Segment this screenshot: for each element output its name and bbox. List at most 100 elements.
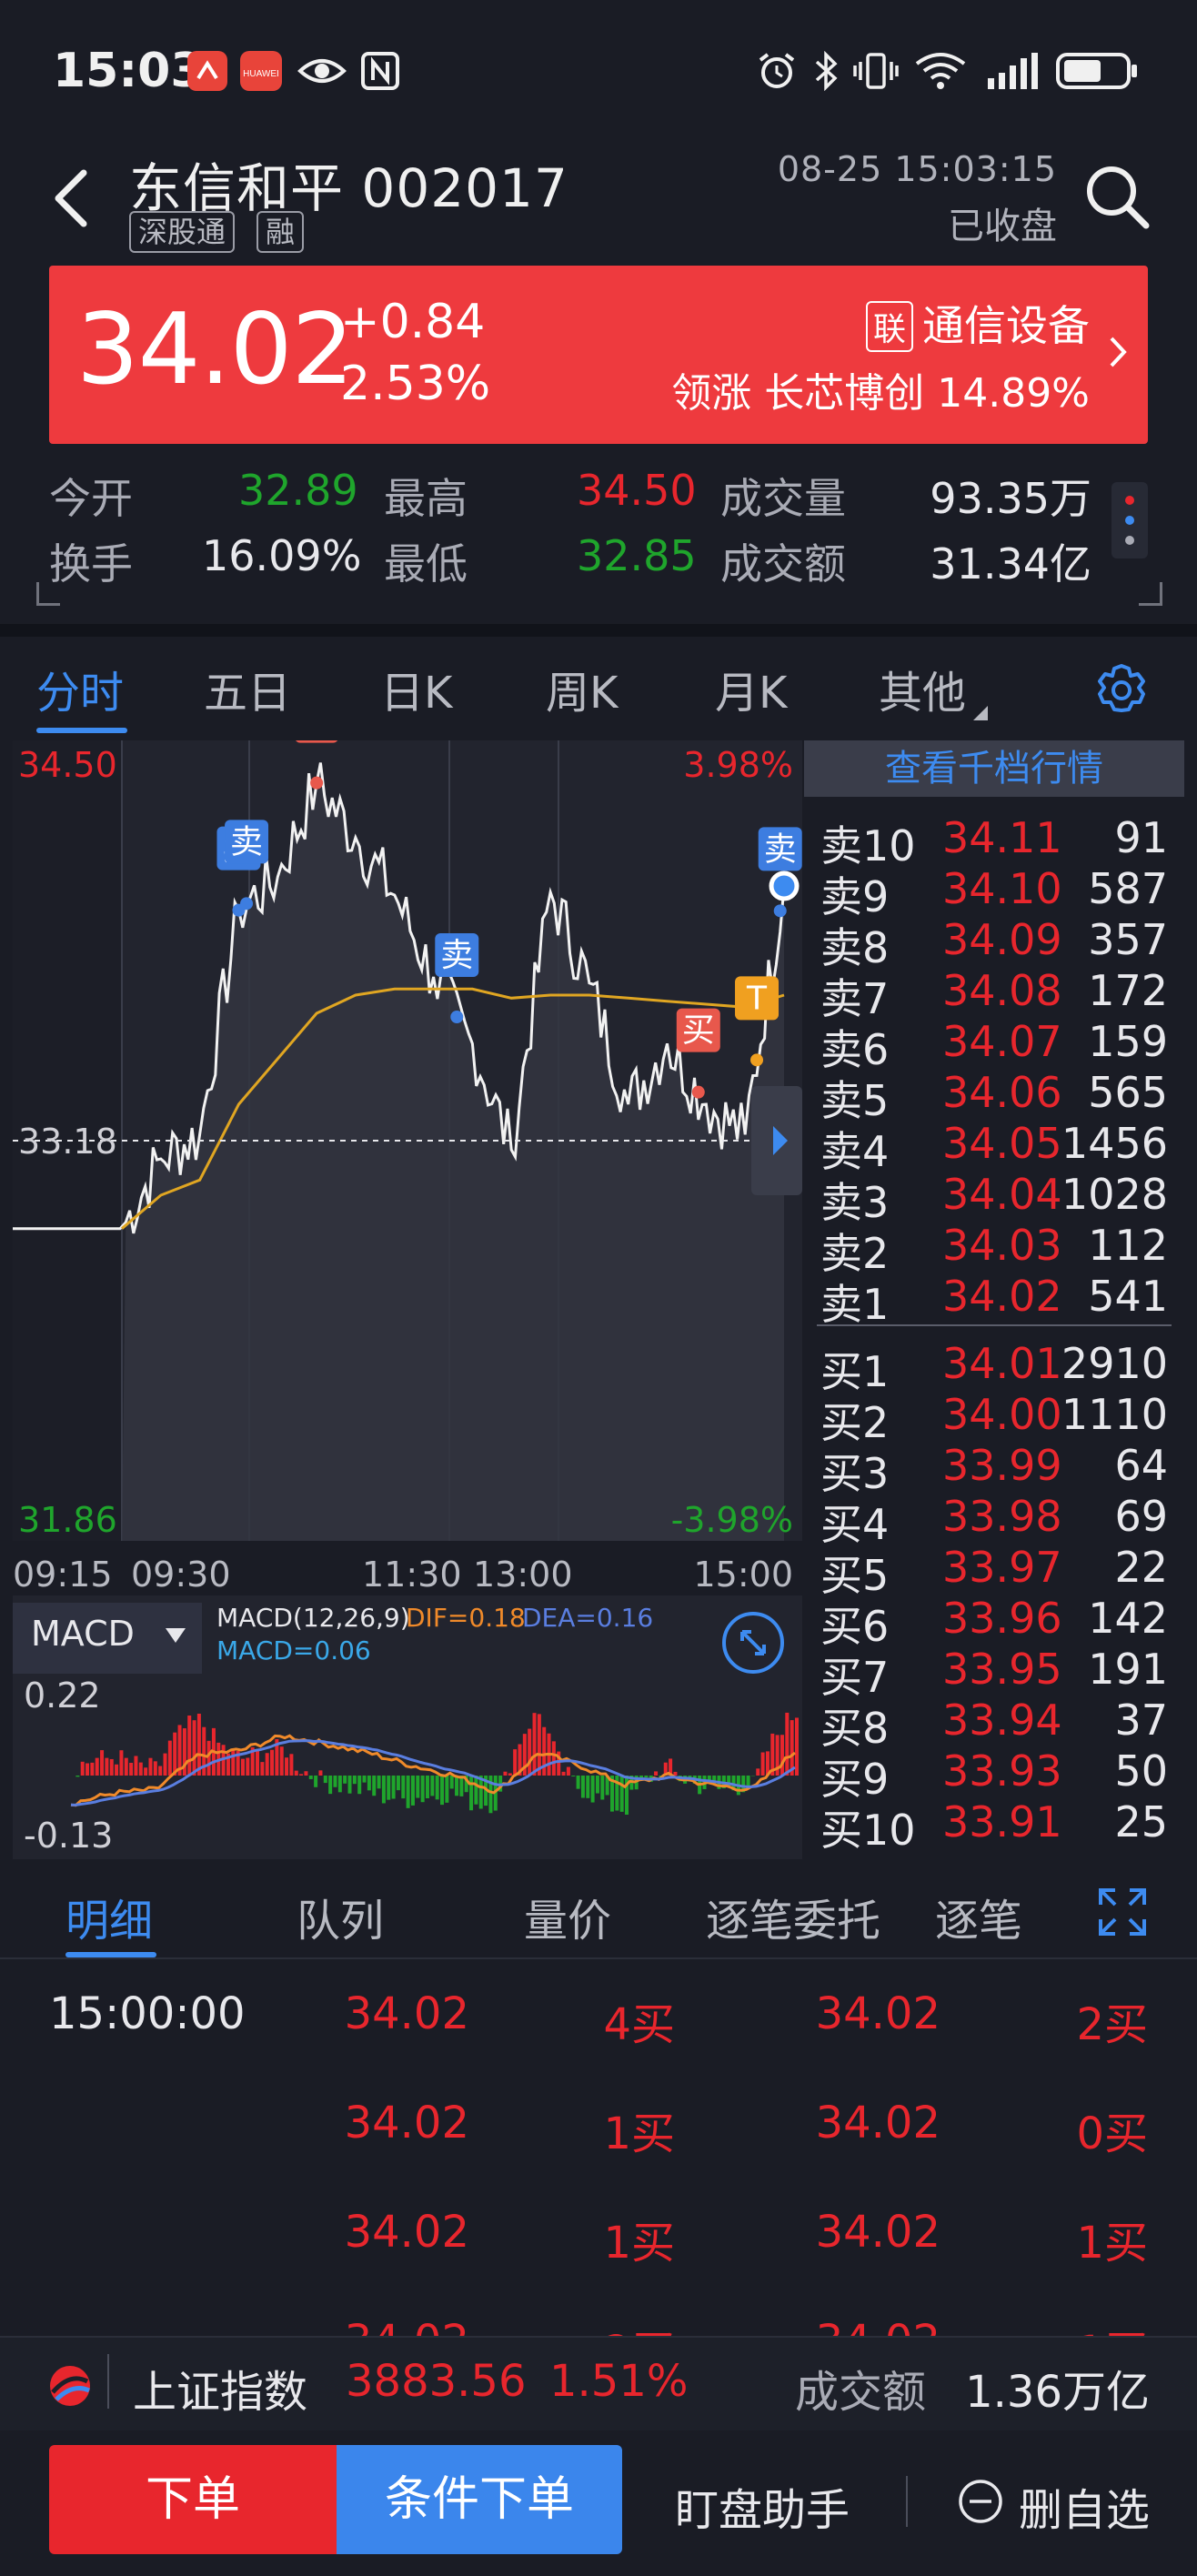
bid-row[interactable]: 买1 34.01 2910 [804,1339,1184,1396]
bid-row[interactable]: 买7 33.95 191 [804,1645,1184,1702]
tag-margin: 融 [256,211,305,253]
macd-bar [231,1748,236,1776]
macd-bar [240,1758,245,1776]
macd-bar [260,1762,265,1776]
orderbook-price: 33.96 [942,1594,1062,1643]
macd-bar [746,1776,750,1786]
svg-text:HUAWEI: HUAWEI [243,69,279,79]
trade-marker-dot [750,1053,764,1067]
bid-row[interactable]: 买8 33.94 37 [804,1696,1184,1753]
sector-link[interactable]: 联通信设备 [865,293,1090,353]
chart-prev-close: 33.18 [18,1122,117,1162]
tab-five-day[interactable]: 五日 [204,657,291,720]
macd-bar [387,1776,391,1800]
ask-row[interactable]: 卖9 34.10 587 [804,864,1184,921]
macd-bar [756,1768,760,1776]
orderbook-price: 33.99 [942,1441,1062,1490]
macd-bar [173,1732,177,1776]
macd-bar [449,1776,454,1789]
macd-bar [410,1776,415,1806]
macd-bar [314,1776,318,1787]
macd-value: MACD=0.06 [216,1635,371,1665]
high-label: 最高 [384,474,468,523]
trade-marker-label: 卖 [440,937,473,974]
orderbook-vol: 541 [1088,1272,1168,1321]
macd-bar [285,1757,289,1776]
orderbook-price: 34.08 [942,966,1062,1015]
macd-bar [86,1763,90,1776]
orderbook-vol: 1456 [1061,1119,1168,1168]
tab-monthly-k[interactable]: 月K [715,657,787,720]
macd-bar [455,1776,459,1796]
index-amount: 1.36万亿 [965,2367,1150,2418]
index-value: 3883.56 [346,2356,527,2407]
bid-row[interactable]: 买4 33.98 69 [804,1492,1184,1549]
ask-row[interactable]: 卖8 34.09 357 [804,915,1184,972]
ask-row[interactable]: 卖2 34.03 112 [804,1221,1184,1278]
macd-bar [148,1757,153,1776]
macd-bar [420,1776,425,1803]
bid-row[interactable]: 买9 33.93 50 [804,1746,1184,1804]
tab-volume-price[interactable]: 量价 [524,1885,611,1948]
ask-row[interactable]: 卖7 34.08 172 [804,966,1184,1023]
remove-circle-icon[interactable] [957,2478,1004,2525]
macd-bar [425,1776,429,1798]
intraday-chart-svg[interactable]: 卖买卖卖买T卖 34.50 3.98% 33.18 31.86 -3.98% 0… [13,740,802,1595]
bid-row[interactable]: 买3 33.99 64 [804,1441,1184,1498]
gear-icon[interactable] [1091,660,1152,720]
remove-watchlist-button[interactable]: 删自选 [1019,2474,1150,2538]
tab-weekly-k[interactable]: 周K [546,657,618,720]
back-arrow-icon[interactable] [44,162,98,235]
search-icon[interactable] [1081,160,1153,233]
ask-row[interactable]: 卖1 34.02 541 [804,1272,1184,1329]
macd-bar [299,1774,304,1776]
price-banner[interactable]: 34.02 +0.84 2.53% 联通信设备 领涨 长芯博创 14.89% [49,266,1148,444]
trade-volume: 1买 [603,2218,675,2269]
expand-icon[interactable] [1097,1887,1148,1937]
macd-bar [508,1773,512,1776]
macd-bar [474,1776,478,1805]
turnover-value: 16.09% [202,531,362,580]
macd-bar [328,1776,333,1795]
trade-volume: 0买 [1076,2108,1148,2159]
open-label: 今开 [49,474,133,523]
view-depth-button[interactable]: 查看千档行情 [804,740,1184,797]
more-dots-icon[interactable] [1112,482,1148,558]
tab-daily-k[interactable]: 日K [380,657,452,720]
ask-row[interactable]: 卖5 34.06 565 [804,1068,1184,1125]
battery-icon [1056,53,1137,89]
bid-row[interactable]: 买10 33.91 25 [804,1797,1184,1855]
fullscreen-toggle-icon[interactable] [720,1610,786,1675]
ask-row[interactable]: 卖4 34.05 1456 [804,1119,1184,1176]
trade-marker-buy[interactable] [295,740,338,743]
tab-other[interactable]: 其他 [879,657,989,720]
tab-queue[interactable]: 队列 [297,1885,384,1948]
wifi-icon [915,53,966,89]
monitor-assistant-button[interactable]: 盯盘助手 [675,2474,850,2538]
tab-intraday[interactable]: 分时 [36,657,124,720]
trade-volume: 2买 [1076,1999,1148,2050]
place-order-button[interactable]: 下单 [49,2445,337,2554]
turnover-label: 换手 [49,539,133,589]
macd-bar [129,1762,134,1776]
trade-detail-list[interactable]: 15:00:00 34.02 4买 34.02 2买 34.02 1买 34.02 0买 34.0… [0,1965,1197,2336]
index-ticker-bar[interactable]: 上证指数 3883.56 1.51% 成交额 1.36万亿 [0,2336,1197,2430]
ask-row[interactable]: 卖10 34.11 91 [804,813,1184,870]
bid-row[interactable]: 买2 34.00 1110 [804,1390,1184,1447]
tag-sz-connect: 深股通 [129,211,236,253]
tab-tick-by-tick[interactable]: 逐笔 [935,1885,1051,1948]
macd-bar [513,1749,518,1776]
macd-bar [105,1757,109,1776]
macd-bar [760,1752,765,1776]
tab-order-by-order[interactable]: 逐笔委托 [706,1885,880,1948]
tab-detail[interactable]: 明细 [65,1885,153,1948]
bid-row[interactable]: 买6 33.96 142 [804,1594,1184,1651]
expand-corner-right[interactable] [1139,582,1162,606]
ask-row[interactable]: 卖3 34.04 1028 [804,1170,1184,1227]
index-name: 上证指数 [133,2367,308,2418]
bid-row[interactable]: 买5 33.97 22 [804,1543,1184,1600]
trade-price: 34.02 [815,1988,940,2039]
ask-row[interactable]: 卖6 34.07 159 [804,1017,1184,1074]
conditional-order-button[interactable]: 条件下单 [337,2445,622,2554]
trade-price: 34.02 [815,2207,940,2258]
